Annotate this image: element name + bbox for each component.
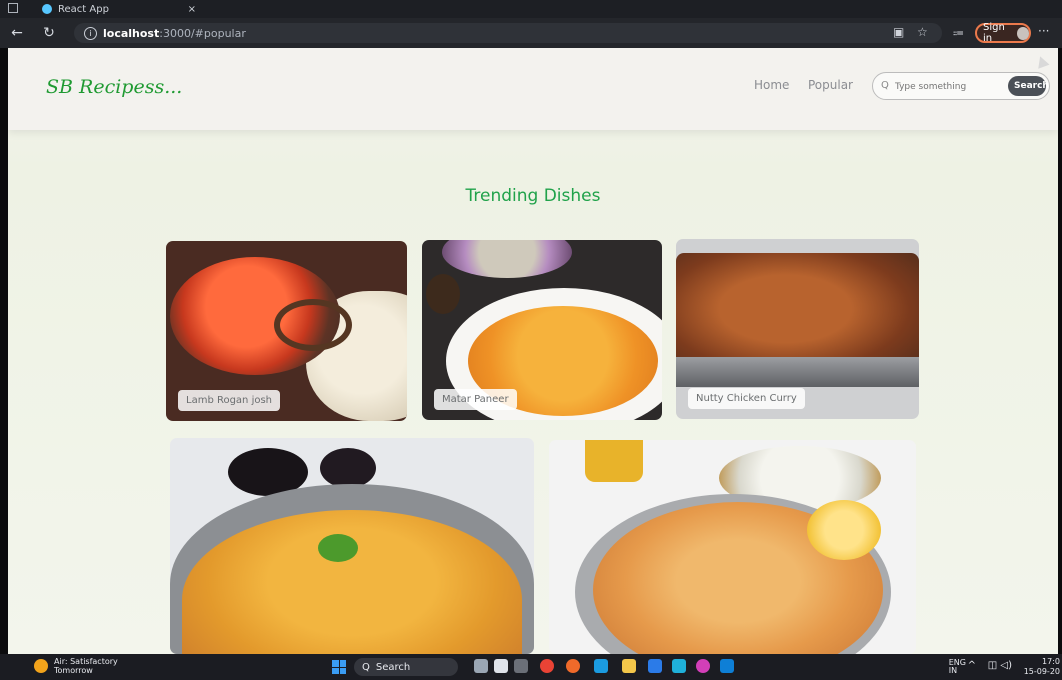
avatar	[1017, 26, 1029, 40]
teams-icon[interactable]	[672, 659, 686, 673]
site-navbar: SB Recipess... Home Popular Q Search	[8, 48, 1058, 130]
tab-close-icon[interactable]: ×	[188, 4, 196, 15]
reader-icon[interactable]: ▣	[893, 25, 904, 39]
dish-card-lamb-rogan-josh[interactable]: Lamb Rogan josh	[166, 241, 407, 421]
weather-icon	[34, 659, 48, 673]
favorite-star-icon[interactable]: ☆	[917, 25, 928, 39]
info-icon[interactable]: i	[84, 26, 97, 40]
dish-card-nutty-chicken-curry[interactable]: Nutty Chicken Curry	[676, 239, 919, 419]
url-path: :3000/#popular	[159, 26, 246, 40]
clock[interactable]: 17:0 15-09-20	[1024, 657, 1060, 677]
dish-label: Matar Paneer	[434, 389, 517, 410]
dish-image-prop	[320, 448, 376, 488]
language-indicator[interactable]: ENG IN	[949, 659, 966, 675]
sign-in-label: Sign in	[983, 22, 1005, 44]
camera-icon[interactable]	[514, 659, 528, 673]
tray-chevron-icon[interactable]: ^	[968, 660, 976, 671]
dish-card-5[interactable]	[549, 440, 916, 654]
clock-date: 15-09-20	[1023, 667, 1060, 676]
dish-image	[442, 240, 572, 278]
weather-line-2: Tomorrow	[54, 666, 93, 675]
nav-link-popular[interactable]: Popular	[808, 78, 853, 92]
reload-icon[interactable]: ↻	[40, 24, 58, 42]
weather-widget[interactable]: Air: Satisfactory Tomorrow	[34, 657, 118, 675]
dish-image-rim	[676, 357, 919, 387]
dish-card-matar-paneer[interactable]: Matar Paneer	[422, 240, 662, 420]
language-line-2: IN	[948, 666, 958, 675]
dish-image-garnish	[318, 534, 358, 562]
url-host: localhost	[103, 26, 160, 40]
search-button[interactable]: Search	[1008, 76, 1049, 96]
taskbar-search-label: Search	[375, 661, 411, 673]
dish-image-lemon	[807, 500, 881, 560]
more-options-icon[interactable]: ···	[1038, 24, 1049, 38]
dish-image-handle	[274, 299, 352, 351]
taskbar-search[interactable]: Q Search	[354, 658, 458, 676]
app-icon[interactable]	[566, 659, 580, 673]
search-input[interactable]	[893, 78, 997, 96]
folder-icon[interactable]	[622, 659, 636, 673]
weather-line-1: Air: Satisfactory	[54, 657, 118, 666]
edge-icon[interactable]	[594, 659, 608, 673]
tab-title: React App	[58, 3, 109, 15]
nav-link-home[interactable]: Home	[754, 78, 789, 92]
browser-toolbar: ← ↻ i localhost:3000/#popular ▣ ☆ ⩴ Sign…	[0, 18, 1062, 48]
search-icon: Q	[362, 661, 370, 673]
dish-card-4[interactable]	[170, 438, 534, 654]
dish-label: Nutty Chicken Curry	[688, 388, 805, 409]
react-favicon-icon	[42, 4, 52, 14]
search-icon: Q	[881, 80, 889, 91]
chrome-icon[interactable]	[540, 659, 554, 673]
browser-tabstrip: React App ×	[0, 0, 1062, 18]
dish-image	[585, 440, 643, 482]
page-viewport: SB Recipess... Home Popular Q Search Tre…	[8, 48, 1058, 654]
sign-in-button[interactable]: Sign in	[975, 22, 1031, 44]
page-title: Trending Dishes	[465, 186, 601, 206]
browser-tab[interactable]: React App ×	[36, 0, 206, 18]
store-icon[interactable]	[648, 659, 662, 673]
dish-image-side	[426, 274, 460, 314]
search-bar: Q Search	[872, 72, 1050, 100]
mouse-cursor-icon	[1034, 54, 1050, 69]
file-icon[interactable]	[494, 659, 508, 673]
address-bar[interactable]: i localhost:3000/#popular	[74, 23, 942, 43]
back-arrow-icon[interactable]: ←	[8, 24, 26, 42]
browser-icon[interactable]	[696, 659, 710, 673]
window-menu-icon[interactable]	[8, 3, 18, 13]
windows-start-icon[interactable]	[332, 660, 346, 674]
vscode-icon[interactable]	[720, 659, 734, 673]
cloud-icon[interactable]	[474, 659, 488, 673]
collections-icon[interactable]: ⩴	[953, 25, 964, 40]
windows-taskbar: Air: Satisfactory Tomorrow Q Search ^ EN…	[0, 654, 1062, 680]
site-logo[interactable]: SB Recipess...	[46, 76, 182, 98]
dish-label: Lamb Rogan josh	[178, 390, 281, 411]
volume-icon[interactable]: ◫ ◁)	[988, 660, 1012, 671]
clock-time: 17:0	[1042, 657, 1060, 666]
